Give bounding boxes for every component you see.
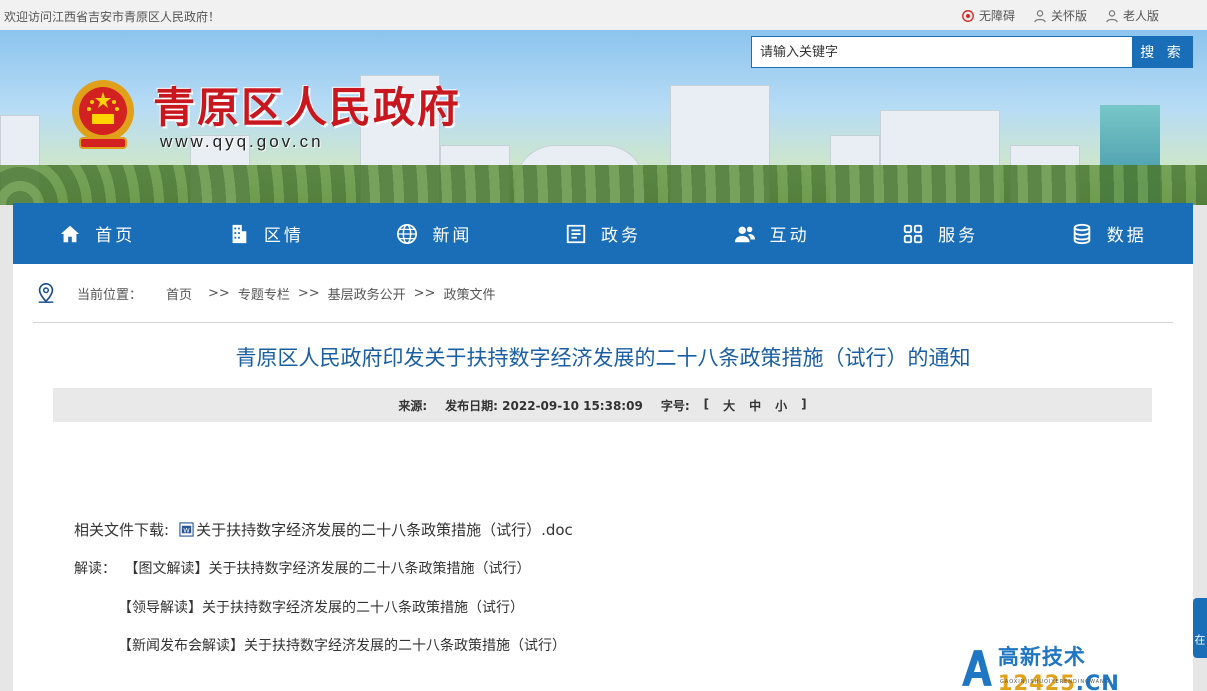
accessibility-icon [962, 9, 974, 22]
watermark-logo-icon [961, 650, 992, 686]
home-icon [61, 225, 80, 242]
database-icon [1073, 223, 1090, 244]
watermark-subtext: GAOXINJISHUQIYERENDINGWANG [1000, 679, 1110, 685]
publish-date: 2022-09-10 15:38:09 [502, 398, 643, 413]
globe-icon [397, 223, 418, 244]
watermark-cn: 高新技术 [997, 645, 1086, 669]
main-nav: 首页 区情 新闻 政务 互动 服务 数据 [13, 203, 1193, 264]
breadcrumb-separator: >> [208, 285, 230, 301]
interpretation-row: 【新闻发布会解读】关于扶持数字经济发展的二十八条政策措施（试行） [118, 635, 566, 655]
building-icon [232, 224, 247, 243]
welcome-text: 欢迎访问江西省吉安市青原区人民政府！ [4, 10, 221, 24]
breadcrumb-separator: >> [297, 285, 320, 301]
banner-trees [0, 165, 1207, 205]
breadcrumb: 当前位置： 首页 >> 专题专栏 >> 基层政务公开 >> 政策文件 [35, 282, 495, 304]
document-icon [566, 224, 586, 243]
breadcrumb-separator: >> [413, 285, 436, 301]
nav-item-district[interactable]: 区情 [182, 203, 351, 264]
download-file-link[interactable]: 关于扶持数字经济发展的二十八条政策措施（试行）.doc [196, 519, 573, 540]
nav-label: 服务 [938, 226, 979, 246]
download-label: 相关文件下载: [74, 521, 170, 539]
nav-item-interaction[interactable]: 互动 [687, 203, 856, 264]
interpretation-link-graphic[interactable]: 【图文解读】关于扶持数字经济发展的二十八条政策措施（试行） [124, 561, 530, 577]
elderly-mode-icon [1106, 9, 1118, 22]
font-size-label: 字号: [660, 398, 690, 413]
watermark: 高新技术12425.CN GAOXINJISHUQIYERENDINGWANG [960, 645, 1207, 691]
accessibility-label: 无障碍 [978, 9, 1015, 23]
site-url: www.qyq.gov.cn [160, 132, 324, 151]
interpretation-link-press[interactable]: 【新闻发布会解读】关于扶持数字经济发展的二十八条政策措施（试行） [118, 638, 566, 654]
breadcrumb-grassroots[interactable]: 基层政务公开 [328, 284, 406, 303]
search-button[interactable]: 搜 索 [1132, 36, 1193, 68]
article-meta: 来源: 发布日期: 2022-09-10 15:38:09 字号: [ 大 中 … [53, 388, 1152, 422]
interpretation-row: 【领导解读】关于扶持数字经济发展的二十八条政策措施（试行） [118, 597, 524, 617]
interpretation-row: 解读： 【图文解读】关于扶持数字经济发展的二十八条政策措施（试行） [74, 558, 530, 578]
nav-item-services[interactable]: 服务 [856, 203, 1025, 264]
main-content: 当前位置： 首页 >> 专题专栏 >> 基层政务公开 >> 政策文件 青原区人民… [13, 264, 1193, 691]
top-utility-bar: 欢迎访问江西省吉安市青原区人民政府！ 无障碍 关怀版 老人版 [0, 0, 1207, 30]
svg-text:W: W [183, 526, 190, 534]
related-download: 相关文件下载: W 关于扶持数字经济发展的二十八条政策措施（试行）.doc [74, 519, 573, 540]
font-size-open-bracket: [ [703, 396, 710, 411]
font-size-switcher: 字号: [ 大 中 小 ] [661, 397, 807, 414]
elderly-mode-label: 老人版 [1122, 9, 1159, 23]
accessibility-link[interactable]: 无障碍 [961, 7, 1015, 24]
nav-label: 数据 [1106, 226, 1147, 246]
care-mode-icon [1034, 9, 1046, 22]
publish-date-label: 发布日期: [445, 398, 498, 413]
word-doc-icon: W [179, 522, 194, 537]
article-title: 青原区人民政府印发关于扶持数字经济发展的二十八条政策措施（试行）的通知 [235, 346, 971, 370]
font-size-medium[interactable]: 中 [749, 397, 761, 414]
site-title: 青原区人民政府 [153, 83, 462, 132]
users-icon [734, 226, 755, 242]
nav-label: 区情 [263, 226, 304, 246]
nav-item-home[interactable]: 首页 [13, 203, 182, 264]
nav-item-news[interactable]: 新闻 [350, 203, 519, 264]
breadcrumb-home[interactable]: 首页 [166, 284, 192, 303]
nav-label: 新闻 [432, 226, 473, 246]
font-size-small[interactable]: 小 [775, 397, 787, 414]
font-size-close-bracket: ] [801, 396, 807, 411]
nav-label: 首页 [95, 226, 136, 246]
search-input[interactable] [751, 36, 1132, 68]
care-mode-label: 关怀版 [1050, 9, 1087, 23]
breadcrumb-divider [33, 322, 1173, 323]
location-pin-icon [38, 283, 54, 303]
source-label: 来源: [398, 398, 428, 413]
nav-item-data[interactable]: 数据 [1024, 203, 1193, 264]
care-mode-link[interactable]: 关怀版 [1033, 7, 1087, 24]
nav-label: 政务 [601, 226, 642, 246]
search-bar: 搜 索 [751, 36, 1193, 68]
interpretation-label: 解读： [74, 561, 116, 577]
breadcrumb-policy-docs[interactable]: 政策文件 [443, 284, 495, 303]
breadcrumb-prefix: 当前位置： [77, 287, 143, 303]
grid-icon [904, 224, 923, 243]
font-size-large[interactable]: 大 [723, 397, 735, 414]
elderly-mode-link[interactable]: 老人版 [1105, 7, 1159, 24]
interpretation-link-leader[interactable]: 【领导解读】关于扶持数字经济发展的二十八条政策措施（试行） [118, 600, 524, 616]
utility-tools: 无障碍 关怀版 老人版 [961, 7, 1159, 24]
breadcrumb-special-topics[interactable]: 专题专栏 [238, 284, 290, 303]
national-emblem-icon [72, 80, 134, 149]
nav-item-government[interactable]: 政务 [519, 203, 688, 264]
nav-label: 互动 [769, 226, 810, 246]
